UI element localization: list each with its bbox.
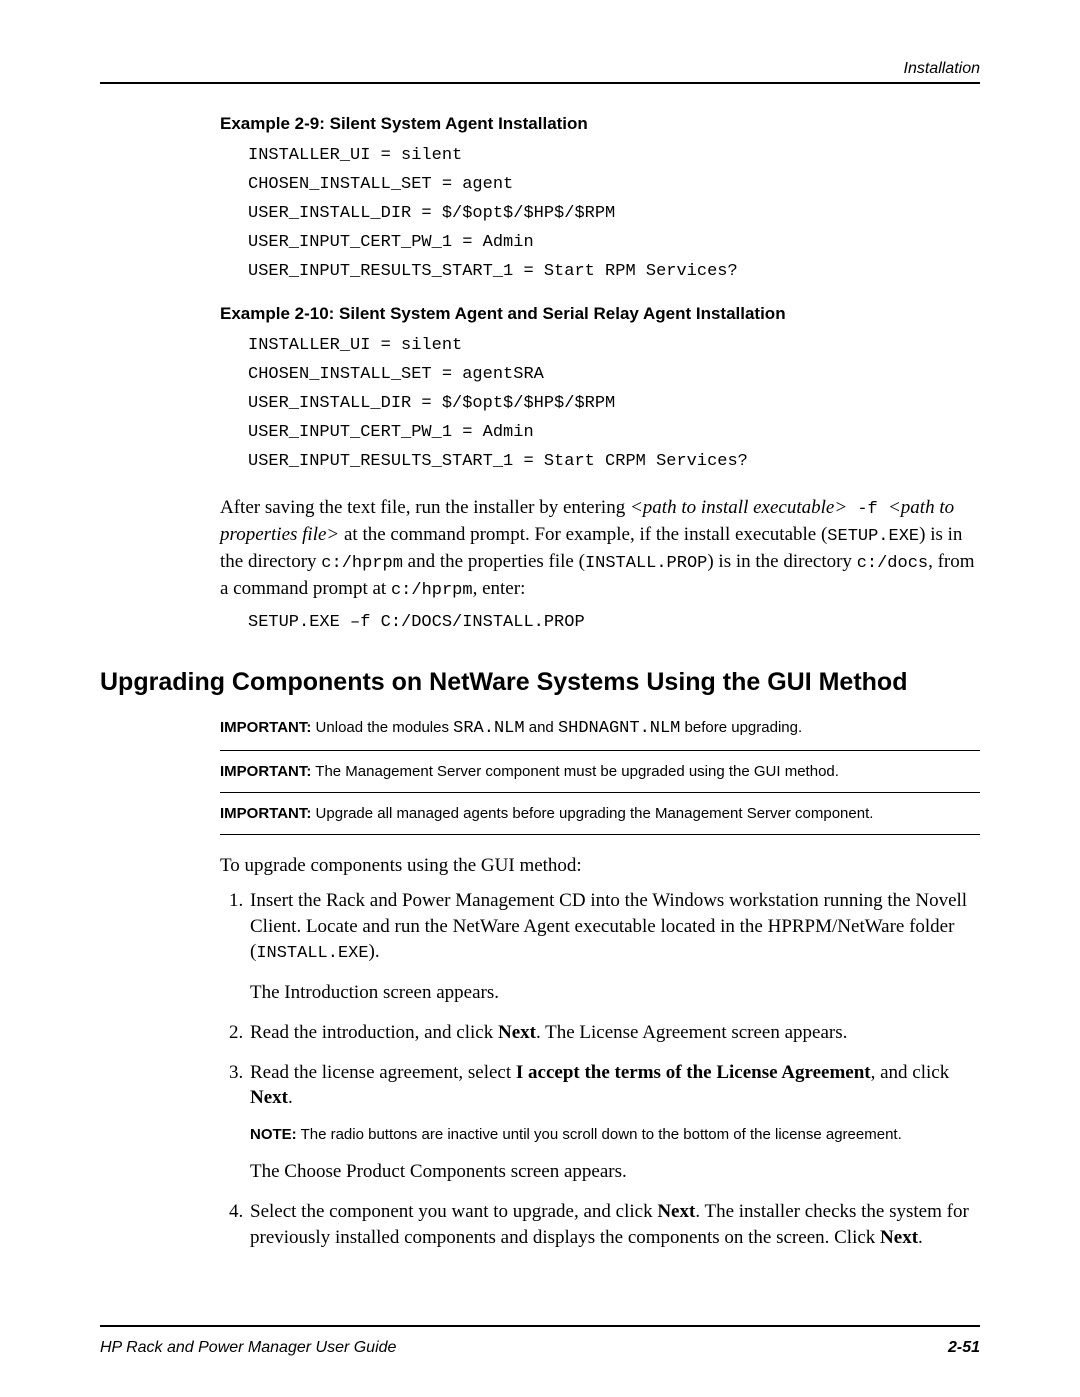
next-bold-2: Next — [880, 1227, 918, 1248]
step-1: Insert the Rack and Power Management CD … — [248, 888, 980, 1006]
text: Read the introduction, and click — [250, 1022, 498, 1043]
content-block: Example 2-9: Silent System Agent Install… — [220, 114, 980, 638]
step-1-result: The Introduction screen appears. — [250, 980, 980, 1006]
important-label: IMPORTANT: — [220, 719, 311, 736]
important-divider-2 — [220, 792, 980, 793]
after-save-command: SETUP.EXE –f C:/DOCS/INSTALL.PROP — [248, 609, 980, 638]
text: Upgrade all managed agents before upgrad… — [311, 805, 873, 822]
shdnagnt-nlm: SHDNAGNT.NLM — [558, 719, 680, 738]
page-number: 2-51 — [948, 1339, 980, 1357]
text: and the properties file ( — [403, 551, 585, 572]
dir-hprpm-2: c:/hprpm — [391, 581, 473, 600]
step-4: Select the component you want to upgrade… — [248, 1199, 980, 1250]
step-3: Read the license agreement, select I acc… — [248, 1060, 980, 1185]
important-note-2: IMPORTANT: The Management Server compone… — [220, 763, 980, 780]
example-2-10-code: INSTALLER_UI = silent CHOSEN_INSTALL_SET… — [248, 332, 980, 476]
note-label: NOTE: — [250, 1126, 297, 1143]
dir-docs: c:/docs — [857, 554, 928, 573]
after-save-paragraph: After saving the text file, run the inst… — [220, 495, 980, 603]
text: Unload the modules — [311, 719, 453, 736]
important-label: IMPORTANT: — [220, 805, 311, 822]
text: Select the component you want to upgrade… — [250, 1201, 657, 1222]
important-divider-1 — [220, 750, 980, 751]
intro-line: To upgrade components using the GUI meth… — [220, 853, 980, 879]
flag-f: -f — [847, 500, 888, 519]
text: Read the license agreement, select — [250, 1062, 516, 1083]
example-2-10-title: Example 2-10: Silent System Agent and Se… — [220, 304, 980, 324]
footer-rule — [100, 1325, 980, 1327]
steps-list: Insert the Rack and Power Management CD … — [220, 888, 980, 1250]
header-section-label: Installation — [100, 60, 980, 78]
section-heading-upgrade-netware: Upgrading Components on NetWare Systems … — [100, 668, 980, 697]
text: The radio buttons are inactive until you… — [297, 1126, 902, 1143]
step-3-note: NOTE: The radio buttons are inactive unt… — [250, 1125, 980, 1145]
header-rule — [100, 82, 980, 84]
important-label: IMPORTANT: — [220, 763, 311, 780]
important-note-1: IMPORTANT: Unload the modules SRA.NLM an… — [220, 719, 980, 738]
footer: HP Rack and Power Manager User Guide 2-5… — [100, 1339, 980, 1357]
important-note-3: IMPORTANT: Upgrade all managed agents be… — [220, 805, 980, 822]
step-3-result: The Choose Product Components screen app… — [250, 1159, 980, 1185]
text: After saving the text file, run the inst… — [220, 497, 630, 518]
next-bold: Next — [657, 1201, 695, 1222]
important-block: IMPORTANT: Unload the modules SRA.NLM an… — [220, 719, 980, 1251]
path-exec-placeholder: <path to install executable> — [630, 497, 847, 518]
dir-hprpm: c:/hprpm — [321, 554, 403, 573]
important-divider-3 — [220, 834, 980, 835]
example-2-9-title: Example 2-9: Silent System Agent Install… — [220, 114, 980, 134]
next-bold: Next — [250, 1087, 288, 1108]
text: The Management Server component must be … — [311, 763, 839, 780]
footer-title: HP Rack and Power Manager User Guide — [100, 1339, 396, 1357]
text: at the command prompt. For example, if t… — [339, 524, 827, 545]
install-prop: INSTALL.PROP — [585, 554, 707, 573]
sra-nlm: SRA.NLM — [453, 719, 524, 738]
step-2: Read the introduction, and click Next. T… — [248, 1020, 980, 1046]
text: . — [918, 1227, 923, 1248]
accept-terms-bold: I accept the terms of the License Agreem… — [516, 1062, 871, 1083]
document-page: Installation Example 2-9: Silent System … — [0, 0, 1080, 1397]
install-exe: INSTALL.EXE — [256, 944, 368, 963]
example-2-9-code: INSTALLER_UI = silent CHOSEN_INSTALL_SET… — [248, 142, 980, 286]
text: . — [288, 1087, 293, 1108]
text: , enter: — [473, 578, 526, 599]
text: ) is in the directory — [707, 551, 856, 572]
text: , and click — [871, 1062, 950, 1083]
text: and — [525, 719, 558, 736]
text: before upgrading. — [680, 719, 802, 736]
setup-exe: SETUP.EXE — [827, 527, 919, 546]
next-bold: Next — [498, 1022, 536, 1043]
text: . The License Agreement screen appears. — [536, 1022, 847, 1043]
text: ). — [369, 941, 380, 962]
